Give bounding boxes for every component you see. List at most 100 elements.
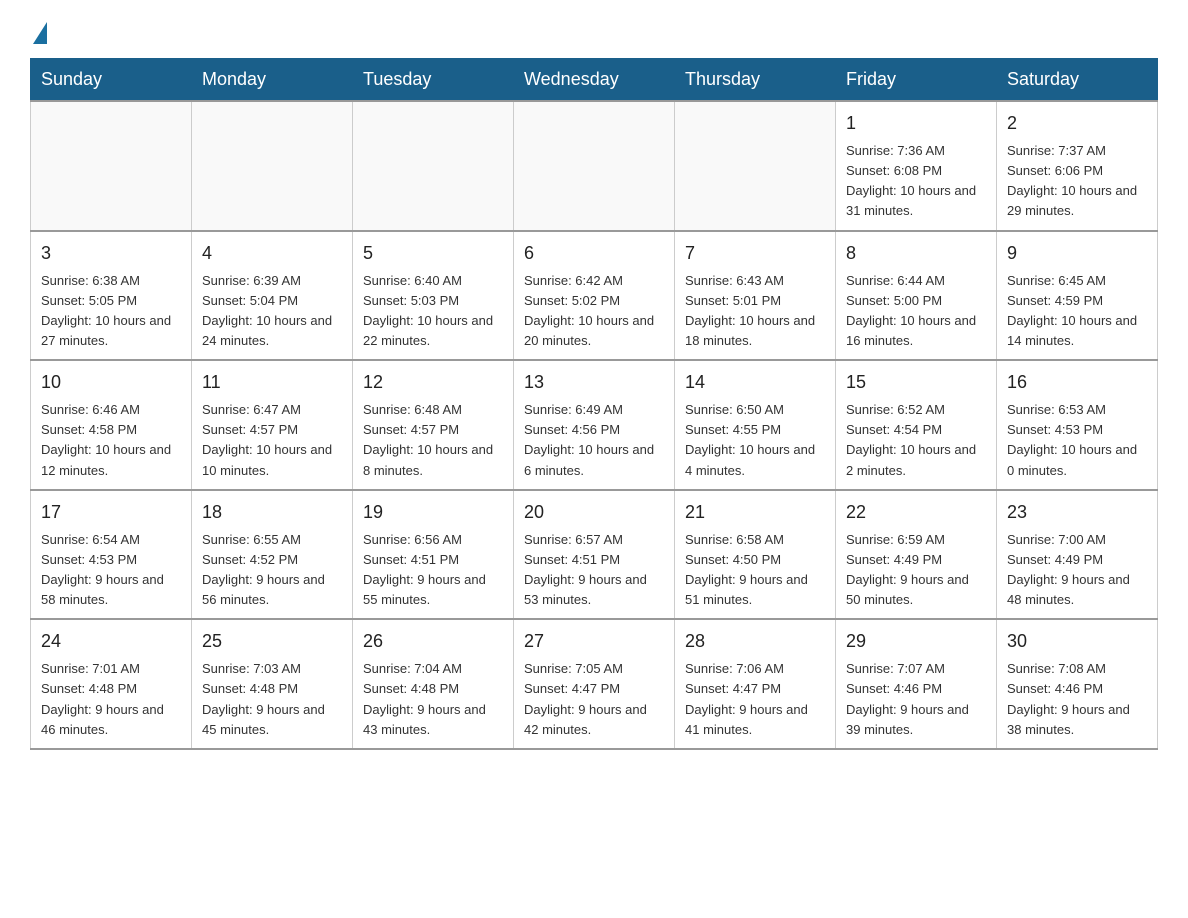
day-info: Sunrise: 6:38 AM Sunset: 5:05 PM Dayligh… <box>41 271 181 352</box>
calendar-cell <box>192 101 353 231</box>
day-number: 21 <box>685 499 825 526</box>
calendar-cell: 29 Sunrise: 7:07 AM Sunset: 4:46 PM Dayli… <box>836 619 997 749</box>
day-info: Sunrise: 6:56 AM Sunset: 4:51 PM Dayligh… <box>363 530 503 611</box>
day-number: 15 <box>846 369 986 396</box>
calendar-cell: 13 Sunrise: 6:49 AM Sunset: 4:56 PM Dayli… <box>514 360 675 490</box>
day-number: 25 <box>202 628 342 655</box>
day-number: 1 <box>846 110 986 137</box>
day-info: Sunrise: 7:05 AM Sunset: 4:47 PM Dayligh… <box>524 659 664 740</box>
day-info: Sunrise: 6:58 AM Sunset: 4:50 PM Dayligh… <box>685 530 825 611</box>
calendar-cell: 24Sunrise: 7:01 AM Sunset: 4:48 PM Dayli… <box>31 619 192 749</box>
calendar-cell: 11 Sunrise: 6:47 AM Sunset: 4:57 PM Dayli… <box>192 360 353 490</box>
calendar-cell <box>31 101 192 231</box>
day-number: 22 <box>846 499 986 526</box>
calendar-cell <box>353 101 514 231</box>
calendar-cell: 8 Sunrise: 6:44 AM Sunset: 5:00 PM Daylig… <box>836 231 997 361</box>
calendar-cell: 15 Sunrise: 6:52 AM Sunset: 4:54 PM Dayli… <box>836 360 997 490</box>
day-number: 27 <box>524 628 664 655</box>
day-number: 3 <box>41 240 181 267</box>
day-info: Sunrise: 7:37 AM Sunset: 6:06 PM Dayligh… <box>1007 141 1147 222</box>
day-info: Sunrise: 6:43 AM Sunset: 5:01 PM Dayligh… <box>685 271 825 352</box>
day-info: Sunrise: 6:44 AM Sunset: 5:00 PM Dayligh… <box>846 271 986 352</box>
day-info: Sunrise: 6:39 AM Sunset: 5:04 PM Dayligh… <box>202 271 342 352</box>
week-row-2: 3 Sunrise: 6:38 AM Sunset: 5:05 PM Daylig… <box>31 231 1158 361</box>
day-info: Sunrise: 7:01 AM Sunset: 4:48 PM Dayligh… <box>41 659 181 740</box>
day-number: 7 <box>685 240 825 267</box>
calendar-cell: 27 Sunrise: 7:05 AM Sunset: 4:47 PM Dayli… <box>514 619 675 749</box>
calendar-cell: 2 Sunrise: 7:37 AM Sunset: 6:06 PM Daylig… <box>997 101 1158 231</box>
weekday-header-wednesday: Wednesday <box>514 59 675 102</box>
calendar-cell: 12 Sunrise: 6:48 AM Sunset: 4:57 PM Dayli… <box>353 360 514 490</box>
weekday-header-tuesday: Tuesday <box>353 59 514 102</box>
calendar-cell: 4 Sunrise: 6:39 AM Sunset: 5:04 PM Daylig… <box>192 231 353 361</box>
page-header <box>30 20 1158 40</box>
calendar-cell: 10Sunrise: 6:46 AM Sunset: 4:58 PM Dayli… <box>31 360 192 490</box>
calendar-cell: 21 Sunrise: 6:58 AM Sunset: 4:50 PM Dayli… <box>675 490 836 620</box>
calendar-cell: 3 Sunrise: 6:38 AM Sunset: 5:05 PM Daylig… <box>31 231 192 361</box>
day-number: 18 <box>202 499 342 526</box>
calendar-cell: 22 Sunrise: 6:59 AM Sunset: 4:49 PM Dayli… <box>836 490 997 620</box>
calendar-cell: 7 Sunrise: 6:43 AM Sunset: 5:01 PM Daylig… <box>675 231 836 361</box>
day-info: Sunrise: 7:03 AM Sunset: 4:48 PM Dayligh… <box>202 659 342 740</box>
day-number: 29 <box>846 628 986 655</box>
day-info: Sunrise: 6:53 AM Sunset: 4:53 PM Dayligh… <box>1007 400 1147 481</box>
day-number: 19 <box>363 499 503 526</box>
day-number: 17 <box>41 499 181 526</box>
day-info: Sunrise: 6:57 AM Sunset: 4:51 PM Dayligh… <box>524 530 664 611</box>
day-info: Sunrise: 7:00 AM Sunset: 4:49 PM Dayligh… <box>1007 530 1147 611</box>
calendar-cell: 25 Sunrise: 7:03 AM Sunset: 4:48 PM Dayli… <box>192 619 353 749</box>
calendar-cell <box>675 101 836 231</box>
logo-triangle-icon <box>33 22 47 44</box>
day-number: 16 <box>1007 369 1147 396</box>
day-number: 5 <box>363 240 503 267</box>
calendar-cell: 16 Sunrise: 6:53 AM Sunset: 4:53 PM Dayli… <box>997 360 1158 490</box>
calendar-cell: 14 Sunrise: 6:50 AM Sunset: 4:55 PM Dayli… <box>675 360 836 490</box>
day-number: 23 <box>1007 499 1147 526</box>
day-info: Sunrise: 6:48 AM Sunset: 4:57 PM Dayligh… <box>363 400 503 481</box>
day-number: 28 <box>685 628 825 655</box>
day-number: 13 <box>524 369 664 396</box>
day-number: 9 <box>1007 240 1147 267</box>
day-info: Sunrise: 7:07 AM Sunset: 4:46 PM Dayligh… <box>846 659 986 740</box>
week-row-3: 10Sunrise: 6:46 AM Sunset: 4:58 PM Dayli… <box>31 360 1158 490</box>
day-number: 14 <box>685 369 825 396</box>
weekday-header-saturday: Saturday <box>997 59 1158 102</box>
day-info: Sunrise: 6:54 AM Sunset: 4:53 PM Dayligh… <box>41 530 181 611</box>
day-info: Sunrise: 6:50 AM Sunset: 4:55 PM Dayligh… <box>685 400 825 481</box>
week-row-5: 24Sunrise: 7:01 AM Sunset: 4:48 PM Dayli… <box>31 619 1158 749</box>
day-number: 8 <box>846 240 986 267</box>
week-row-1: 1 Sunrise: 7:36 AM Sunset: 6:08 PM Daylig… <box>31 101 1158 231</box>
day-info: Sunrise: 6:42 AM Sunset: 5:02 PM Dayligh… <box>524 271 664 352</box>
day-number: 12 <box>363 369 503 396</box>
calendar-cell <box>514 101 675 231</box>
calendar-cell: 18 Sunrise: 6:55 AM Sunset: 4:52 PM Dayli… <box>192 490 353 620</box>
day-info: Sunrise: 6:46 AM Sunset: 4:58 PM Dayligh… <box>41 400 181 481</box>
day-info: Sunrise: 6:52 AM Sunset: 4:54 PM Dayligh… <box>846 400 986 481</box>
calendar-cell: 26Sunrise: 7:04 AM Sunset: 4:48 PM Dayli… <box>353 619 514 749</box>
day-info: Sunrise: 7:04 AM Sunset: 4:48 PM Dayligh… <box>363 659 503 740</box>
day-number: 2 <box>1007 110 1147 137</box>
calendar-cell: 28 Sunrise: 7:06 AM Sunset: 4:47 PM Dayli… <box>675 619 836 749</box>
calendar-cell: 19 Sunrise: 6:56 AM Sunset: 4:51 PM Dayli… <box>353 490 514 620</box>
calendar-cell: 6 Sunrise: 6:42 AM Sunset: 5:02 PM Daylig… <box>514 231 675 361</box>
calendar-cell: 23 Sunrise: 7:00 AM Sunset: 4:49 PM Dayli… <box>997 490 1158 620</box>
day-info: Sunrise: 6:45 AM Sunset: 4:59 PM Dayligh… <box>1007 271 1147 352</box>
day-number: 20 <box>524 499 664 526</box>
calendar-table: SundayMondayTuesdayWednesdayThursdayFrid… <box>30 58 1158 750</box>
weekday-header-friday: Friday <box>836 59 997 102</box>
weekday-header-sunday: Sunday <box>31 59 192 102</box>
logo <box>30 20 47 40</box>
day-number: 6 <box>524 240 664 267</box>
week-row-4: 17 Sunrise: 6:54 AM Sunset: 4:53 PM Dayli… <box>31 490 1158 620</box>
calendar-cell: 5Sunrise: 6:40 AM Sunset: 5:03 PM Daylig… <box>353 231 514 361</box>
day-info: Sunrise: 7:36 AM Sunset: 6:08 PM Dayligh… <box>846 141 986 222</box>
day-info: Sunrise: 6:49 AM Sunset: 4:56 PM Dayligh… <box>524 400 664 481</box>
day-info: Sunrise: 6:55 AM Sunset: 4:52 PM Dayligh… <box>202 530 342 611</box>
day-info: Sunrise: 6:47 AM Sunset: 4:57 PM Dayligh… <box>202 400 342 481</box>
day-number: 11 <box>202 369 342 396</box>
day-info: Sunrise: 6:59 AM Sunset: 4:49 PM Dayligh… <box>846 530 986 611</box>
weekday-header-thursday: Thursday <box>675 59 836 102</box>
day-info: Sunrise: 7:06 AM Sunset: 4:47 PM Dayligh… <box>685 659 825 740</box>
calendar-cell: 17 Sunrise: 6:54 AM Sunset: 4:53 PM Dayli… <box>31 490 192 620</box>
day-number: 4 <box>202 240 342 267</box>
